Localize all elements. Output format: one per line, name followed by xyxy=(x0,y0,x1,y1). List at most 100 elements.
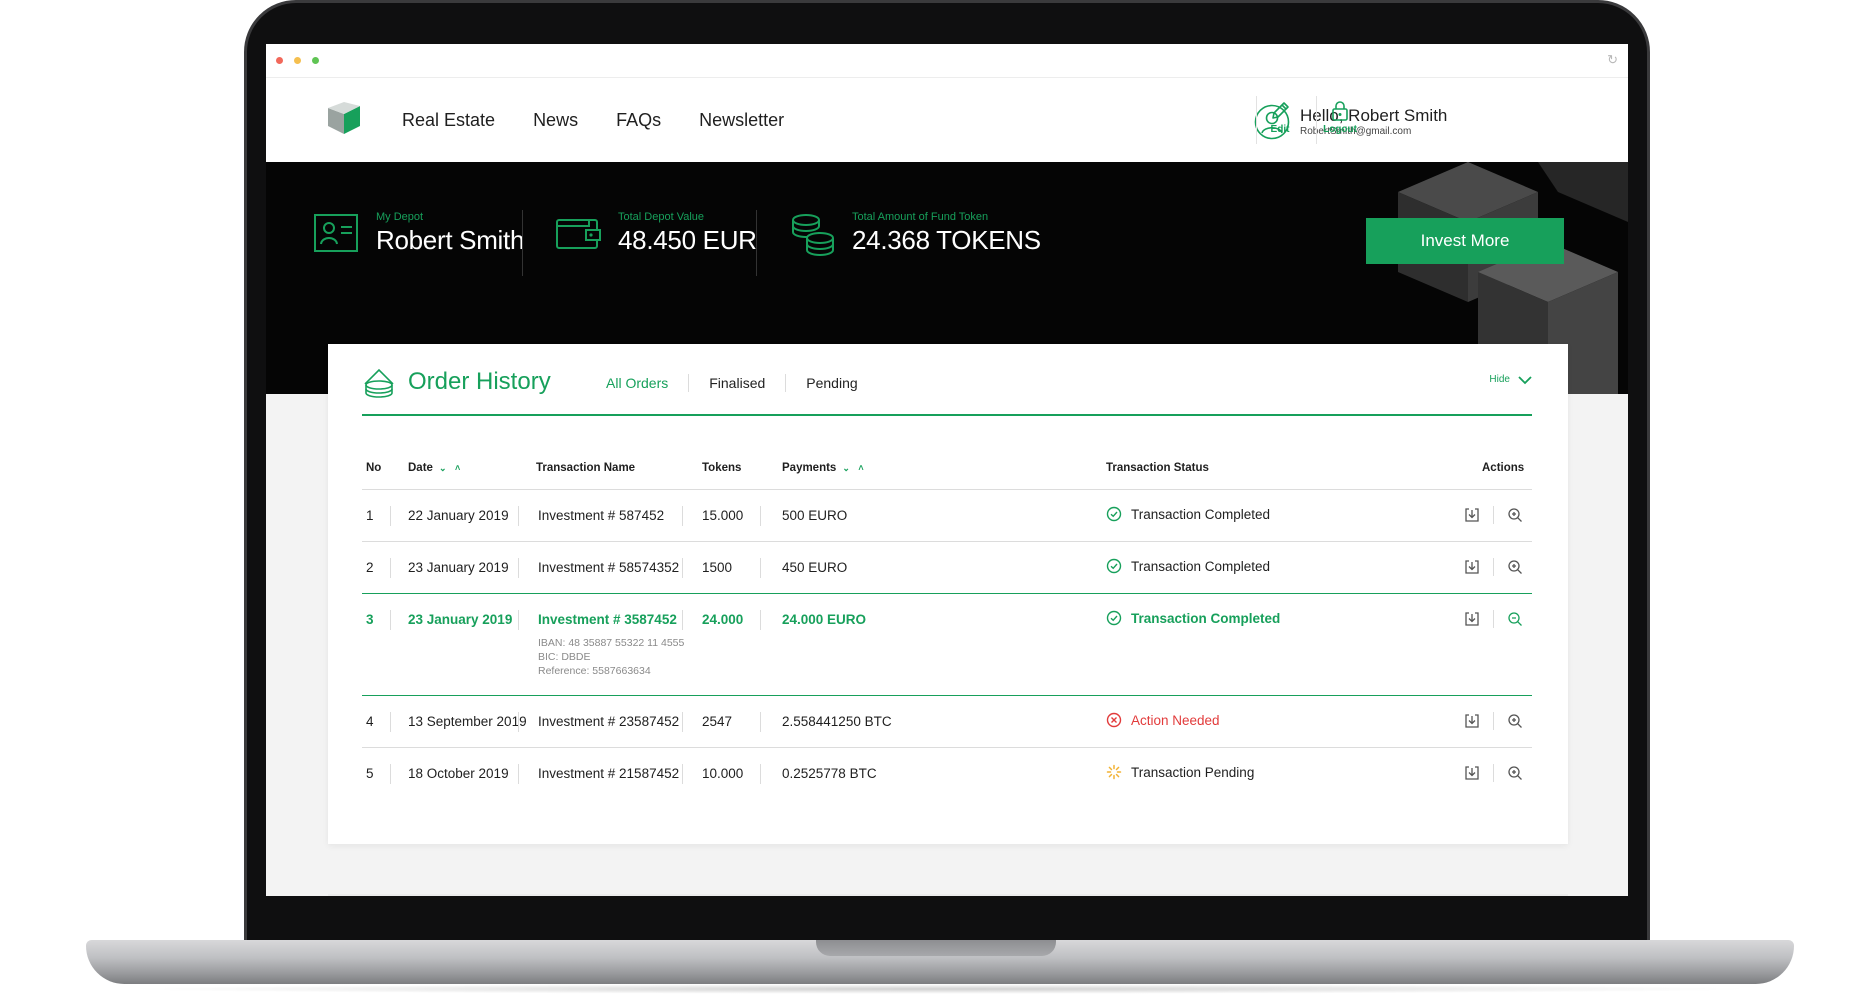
header-date[interactable]: Date ⌄ ˄ xyxy=(408,462,463,474)
cell-status: Transaction Completed xyxy=(1106,610,1280,626)
maximize-window-dot[interactable] xyxy=(312,57,319,64)
nav-link-faqs[interactable]: FAQs xyxy=(616,110,661,131)
sort-arrows-icon[interactable]: ⌄ ˄ xyxy=(439,463,463,474)
cell-date: 23 January 2019 xyxy=(408,560,509,575)
table-row[interactable]: 1 22 January 2019 Investment # 587452 15… xyxy=(362,490,1532,542)
cell-payment: 0.2525778 BTC xyxy=(782,766,877,781)
table-row[interactable]: 2 23 January 2019 Investment # 58574352 … xyxy=(362,542,1532,594)
view-button[interactable] xyxy=(1504,504,1526,526)
cell-transaction-name: Investment # 21587452 xyxy=(538,766,680,781)
id-card-icon xyxy=(314,214,358,252)
download-button[interactable] xyxy=(1461,762,1483,784)
close-window-dot[interactable] xyxy=(276,57,283,64)
tab-pending[interactable]: Pending xyxy=(785,374,877,392)
header-payments[interactable]: Payments ⌄ ˄ xyxy=(782,462,867,474)
hide-label: Hide xyxy=(1489,374,1510,385)
cell-divider xyxy=(390,712,391,732)
logout-button[interactable]: Logout xyxy=(1310,100,1370,135)
check-circle-icon xyxy=(1106,558,1122,574)
action-divider xyxy=(1493,558,1494,576)
view-button[interactable] xyxy=(1504,608,1526,630)
cell-divider xyxy=(760,764,761,784)
cell-divider xyxy=(390,610,391,630)
nav-link-news[interactable]: News xyxy=(533,110,578,131)
banner-divider xyxy=(522,210,523,276)
cell-payment: 500 EURO xyxy=(782,508,848,523)
cell-divider xyxy=(518,610,519,630)
invest-more-button[interactable]: Invest More xyxy=(1366,218,1564,264)
cell-transaction-name: Investment # 23587452 xyxy=(538,714,680,729)
edit-label: Edit xyxy=(1270,124,1290,135)
header-status: Transaction Status xyxy=(1106,462,1209,474)
cell-divider xyxy=(760,558,761,578)
nav-links: Real Estate News FAQs Newsletter xyxy=(402,78,784,162)
cell-divider xyxy=(682,506,683,526)
wallet-icon xyxy=(556,219,601,249)
row-actions xyxy=(1461,504,1526,526)
order-tabs: All Orders Finalised Pending xyxy=(606,374,878,392)
cell-divider xyxy=(518,558,519,578)
reload-icon[interactable]: ↻ xyxy=(1607,52,1618,68)
cell-divider xyxy=(682,610,683,630)
pencil-icon xyxy=(1272,102,1289,119)
cell-payment: 24.000 EURO xyxy=(782,612,867,627)
brand-logo-icon[interactable] xyxy=(324,98,364,138)
cell-no: 3 xyxy=(366,612,374,627)
edit-button[interactable]: Edit xyxy=(1250,100,1310,135)
zoom-in-icon xyxy=(1508,560,1522,574)
stat-label: Total Depot Value xyxy=(618,211,705,223)
download-button[interactable] xyxy=(1461,556,1483,578)
cell-divider xyxy=(682,558,683,578)
download-icon xyxy=(1465,714,1479,728)
download-button[interactable] xyxy=(1461,608,1483,630)
stat-label: Total Amount of Fund Token xyxy=(852,211,989,223)
cell-divider xyxy=(760,506,761,526)
stat-value: Robert Smith xyxy=(376,225,525,255)
view-button[interactable] xyxy=(1504,556,1526,578)
cell-divider xyxy=(518,712,519,732)
status-text: Transaction Completed xyxy=(1131,558,1271,574)
status-text: Transaction Pending xyxy=(1131,764,1255,780)
view-button[interactable] xyxy=(1504,710,1526,732)
table-row[interactable]: 5 18 October 2019 Investment # 21587452 … xyxy=(362,748,1532,800)
cell-divider xyxy=(390,558,391,578)
cell-date: 13 September 2019 xyxy=(408,714,527,729)
nav-link-newsletter[interactable]: Newsletter xyxy=(699,110,784,131)
cell-tokens: 1500 xyxy=(702,560,733,575)
error-circle-icon xyxy=(1106,712,1122,728)
cell-divider xyxy=(390,506,391,526)
download-button[interactable] xyxy=(1461,504,1483,526)
cell-date: 22 January 2019 xyxy=(408,508,509,523)
tab-all-orders[interactable]: All Orders xyxy=(606,374,688,392)
hide-toggle[interactable]: Hide xyxy=(1489,374,1532,385)
cell-transaction-name: Investment # 3587452 xyxy=(538,612,677,627)
minimize-window-dot[interactable] xyxy=(294,57,301,64)
stat-value: 24.368 TOKENS xyxy=(852,225,1041,255)
cell-status: Action Needed xyxy=(1106,712,1220,728)
header-payments-label: Payments xyxy=(782,462,837,474)
header-no: No xyxy=(366,462,382,474)
cell-payment: 2.558441250 BTC xyxy=(782,714,892,729)
table-row-expanded[interactable]: 3 23 January 2019 Investment # 3587452 2… xyxy=(362,593,1532,696)
action-divider xyxy=(1493,506,1494,524)
table-row[interactable]: 4 13 September 2019 Investment # 2358745… xyxy=(362,696,1532,748)
cell-no: 4 xyxy=(366,714,374,729)
sort-arrows-icon[interactable]: ⌄ ˄ xyxy=(842,463,866,474)
header-transaction-name: Transaction Name xyxy=(536,462,636,474)
cell-status: Transaction Pending xyxy=(1106,764,1254,780)
tab-finalised[interactable]: Finalised xyxy=(688,374,785,392)
action-divider xyxy=(1493,764,1494,782)
view-button[interactable] xyxy=(1504,762,1526,784)
logout-label: Logout xyxy=(1323,124,1357,135)
cell-divider xyxy=(518,764,519,784)
order-table: No Date ⌄ ˄ Transaction Name Tokens Paym… xyxy=(362,456,1532,800)
cell-divider xyxy=(760,610,761,630)
row-actions xyxy=(1461,710,1526,732)
zoom-in-icon xyxy=(1508,766,1522,780)
row-actions xyxy=(1461,608,1526,630)
cell-date: 18 October 2019 xyxy=(408,766,509,781)
download-button[interactable] xyxy=(1461,710,1483,732)
cell-divider xyxy=(760,712,761,732)
zoom-in-icon xyxy=(1508,508,1522,522)
nav-link-real-estate[interactable]: Real Estate xyxy=(402,110,495,131)
